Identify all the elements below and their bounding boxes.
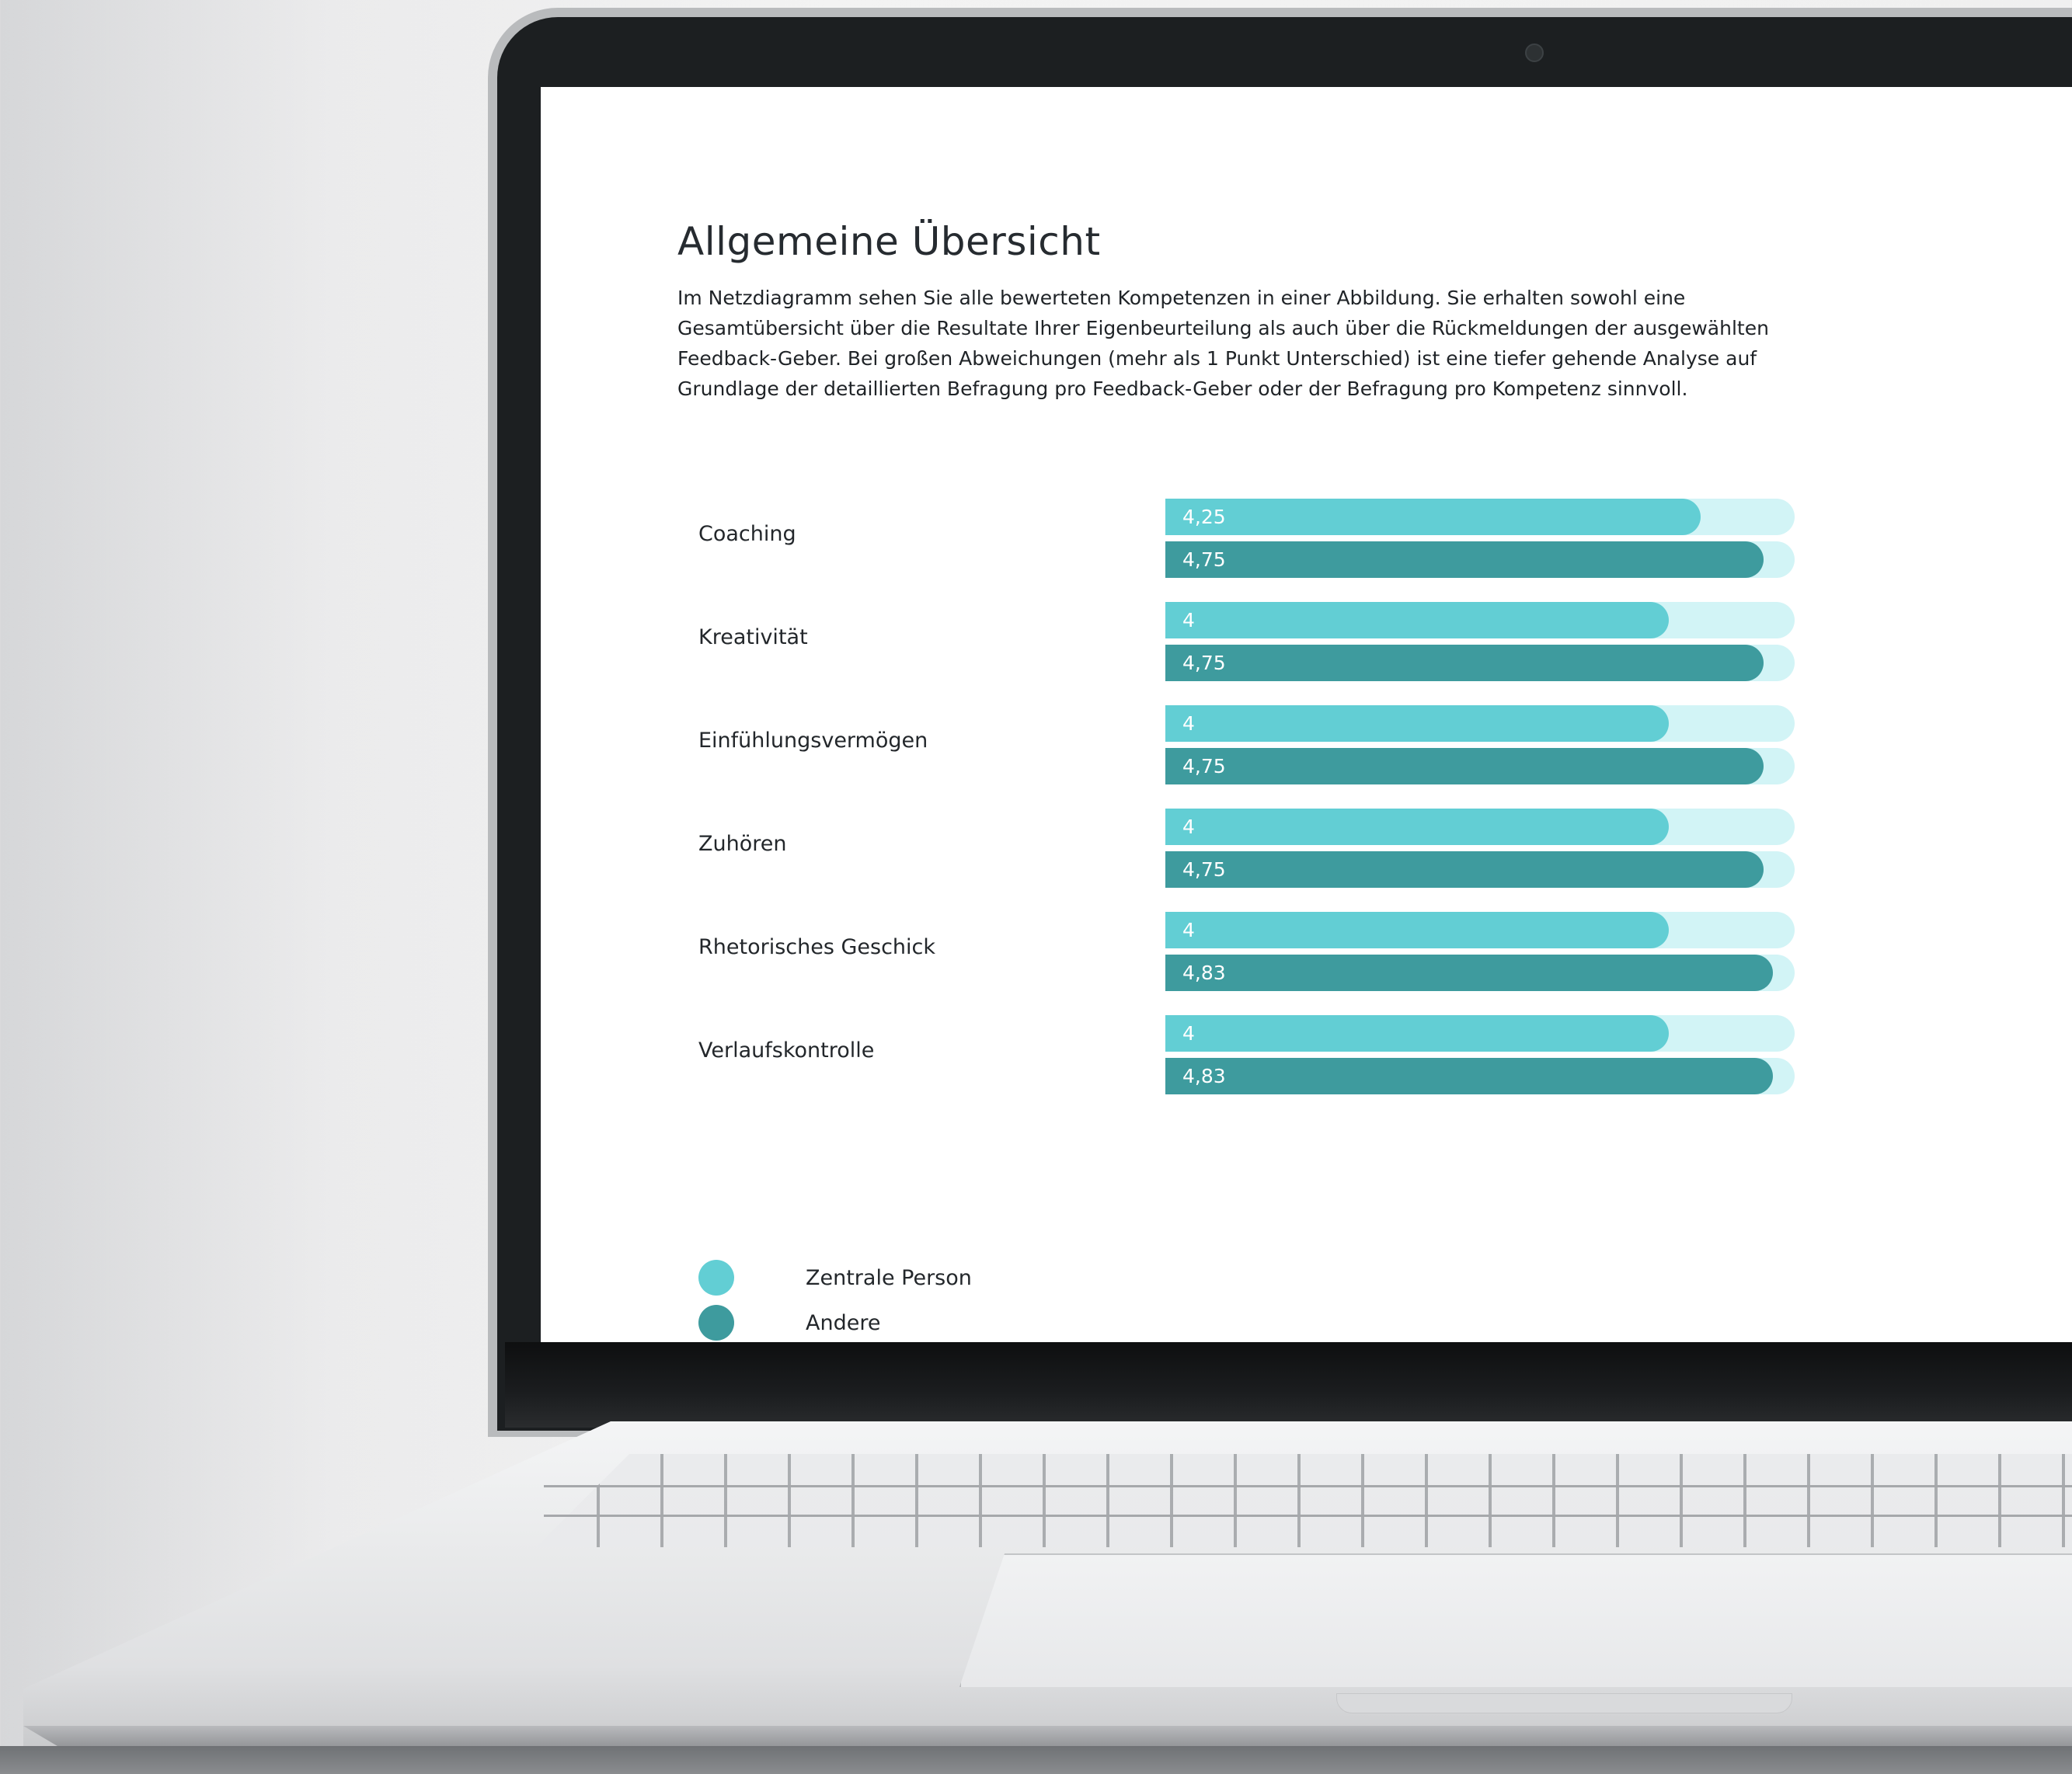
bar-value-label: 4 [1182,712,1195,735]
bar-zentrale-person: 4,25 [1165,499,1701,535]
chart-row: Verlaufskontrolle 4 4,83 [677,1015,1921,1118]
legend-dot-other [698,1305,734,1341]
legend-dot-self [698,1260,734,1296]
bar-zentrale-person: 4 [1165,1015,1669,1052]
page-description: Im Netzdiagramm sehen Sie alle bewertete… [677,287,1769,400]
bar-value-label: 4,75 [1182,755,1226,777]
bar-track: 4 [1165,809,1795,845]
keyboard [536,1454,2072,1547]
bar-andere: 4,75 [1165,748,1764,784]
keyboard-row [544,1485,2072,1487]
keyboard-row [544,1515,2072,1517]
category-label: Kreativität [698,625,808,649]
bar-andere: 4,83 [1165,1058,1773,1094]
bar-track: 4 [1165,912,1795,948]
bar-track: 4,83 [1165,955,1795,991]
legend-label-self: Zentrale Person [806,1266,972,1290]
category-label: Zuhören [698,832,787,856]
category-label: Rhetorisches Geschick [698,935,936,959]
bar-value-label: 4 [1182,1022,1195,1045]
bar-track: 4 [1165,602,1795,638]
bar-value-label: 4 [1182,919,1195,941]
category-label: Einfühlungsvermögen [698,729,928,753]
bar-chart: Coaching 4,25 4,75 Kreativität 4 4,75 Einfühlu… [677,499,1921,1118]
bar-value-label: 4,83 [1182,962,1226,984]
chart-row: Coaching 4,25 4,75 [677,499,1921,602]
bar-track: 4,75 [1165,748,1795,784]
bar-track: 4,75 [1165,541,1795,578]
screen: Allgemeine Übersicht Im Netzdiagramm seh… [541,87,2072,1342]
bar-zentrale-person: 4 [1165,705,1669,742]
chart-row: Einfühlungsvermögen 4 4,75 [677,705,1921,809]
bar-andere: 4,75 [1165,645,1764,681]
table-shadow [0,1746,2072,1774]
legend-label-other: Andere [806,1311,881,1335]
trackpad [959,1553,2072,1687]
bar-value-label: 4,83 [1182,1065,1226,1087]
laptop-hinge [505,1342,2072,1428]
bar-track: 4,75 [1165,645,1795,681]
bar-andere: 4,75 [1165,851,1764,888]
camera-icon [1525,43,1544,62]
bar-track: 4 [1165,1015,1795,1052]
category-label: Verlaufskontrolle [698,1038,875,1063]
report-content: Allgemeine Übersicht Im Netzdiagramm seh… [677,219,1921,1341]
bar-track: 4 [1165,705,1795,742]
bar-andere: 4,75 [1165,541,1764,578]
bar-zentrale-person: 4 [1165,809,1669,845]
bar-track: 4,75 [1165,851,1795,888]
laptop-scene: Allgemeine Übersicht Im Netzdiagramm seh… [0,0,2072,1774]
bar-track: 4,25 [1165,499,1795,535]
bar-value-label: 4,75 [1182,652,1226,674]
chart-row: Kreativität 4 4,75 [677,602,1921,705]
bar-value-label: 4,25 [1182,506,1226,528]
bar-value-label: 4 [1182,609,1195,631]
bar-zentrale-person: 4 [1165,602,1669,638]
bar-value-label: 4,75 [1182,548,1226,571]
chart-row: Zuhören 4 4,75 [677,809,1921,912]
bar-value-label: 4 [1182,816,1195,838]
bar-value-label: 4,75 [1182,858,1226,881]
bar-zentrale-person: 4 [1165,912,1669,948]
chart-row: Rhetorisches Geschick 4 4,83 [677,912,1921,1015]
bar-andere: 4,83 [1165,955,1773,991]
category-label: Coaching [698,522,796,546]
lid-notch [1336,1693,1792,1713]
bar-track: 4,83 [1165,1058,1795,1094]
page-title: Allgemeine Übersicht [677,219,1101,264]
